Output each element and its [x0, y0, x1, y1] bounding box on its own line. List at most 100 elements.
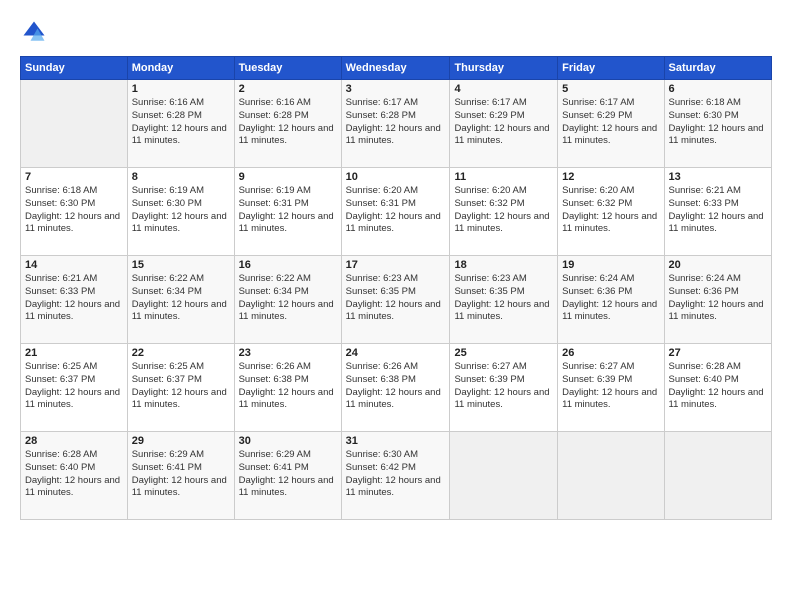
- calendar-cell: 15 Sunrise: 6:22 AMSunset: 6:34 PMDayligh…: [127, 256, 234, 344]
- day-info: Sunrise: 6:27 AMSunset: 6:39 PMDaylight:…: [454, 361, 553, 412]
- day-number: 29: [132, 435, 230, 447]
- day-number: 16: [239, 259, 337, 271]
- calendar-week-4: 28 Sunrise: 6:28 AMSunset: 6:40 PMDayligh…: [21, 432, 772, 520]
- calendar-header-wednesday: Wednesday: [341, 57, 450, 80]
- day-number: 14: [25, 259, 123, 271]
- page-header: [20, 18, 772, 46]
- day-number: 2: [239, 83, 337, 95]
- day-info: Sunrise: 6:16 AMSunset: 6:28 PMDaylight:…: [132, 97, 230, 148]
- calendar-week-1: 7 Sunrise: 6:18 AMSunset: 6:30 PMDaylight…: [21, 168, 772, 256]
- calendar-cell: 24Sunrise: 6:26 AMSunset: 6:38 PMDayligh…: [341, 344, 450, 432]
- calendar-cell: 17Sunrise: 6:23 AMSunset: 6:35 PMDayligh…: [341, 256, 450, 344]
- calendar-cell: [450, 432, 558, 520]
- calendar-cell: [664, 432, 771, 520]
- day-number: 26: [562, 347, 659, 359]
- day-number: 3: [346, 83, 446, 95]
- calendar-header-monday: Monday: [127, 57, 234, 80]
- day-info: Sunrise: 6:30 AMSunset: 6:42 PMDaylight:…: [346, 449, 446, 500]
- calendar-cell: [558, 432, 664, 520]
- day-info: Sunrise: 6:25 AMSunset: 6:37 PMDaylight:…: [132, 361, 230, 412]
- calendar-cell: 20 Sunrise: 6:24 AMSunset: 6:36 PMDayligh…: [664, 256, 771, 344]
- day-info: Sunrise: 6:27 AMSunset: 6:39 PMDaylight:…: [562, 361, 659, 412]
- day-info: Sunrise: 6:21 AMSunset: 6:33 PMDaylight:…: [25, 273, 123, 324]
- calendar-header-thursday: Thursday: [450, 57, 558, 80]
- calendar-header-sunday: Sunday: [21, 57, 128, 80]
- day-number: 5: [562, 83, 659, 95]
- logo-icon: [20, 18, 48, 46]
- calendar-cell: 5Sunrise: 6:17 AMSunset: 6:29 PMDaylight…: [558, 80, 664, 168]
- day-info: Sunrise: 6:22 AMSunset: 6:34 PMDaylight:…: [239, 273, 337, 324]
- calendar-header-row: SundayMondayTuesdayWednesdayThursdayFrid…: [21, 57, 772, 80]
- calendar-cell: 19 Sunrise: 6:24 AMSunset: 6:36 PMDayligh…: [558, 256, 664, 344]
- calendar-table: SundayMondayTuesdayWednesdayThursdayFrid…: [20, 56, 772, 520]
- day-number: 9: [239, 171, 337, 183]
- day-info: Sunrise: 6:26 AMSunset: 6:38 PMDaylight:…: [346, 361, 446, 412]
- day-info: Sunrise: 6:18 AMSunset: 6:30 PMDaylight:…: [669, 97, 767, 148]
- calendar-cell: 18 Sunrise: 6:23 AMSunset: 6:35 PMDayligh…: [450, 256, 558, 344]
- day-number: 4: [454, 83, 553, 95]
- day-info: Sunrise: 6:22 AMSunset: 6:34 PMDaylight:…: [132, 273, 230, 324]
- day-info: Sunrise: 6:21 AMSunset: 6:33 PMDaylight:…: [669, 185, 767, 236]
- day-number: 12: [562, 171, 659, 183]
- day-info: Sunrise: 6:24 AMSunset: 6:36 PMDaylight:…: [669, 273, 767, 324]
- calendar-cell: 8 Sunrise: 6:19 AMSunset: 6:30 PMDaylight…: [127, 168, 234, 256]
- day-number: 8: [132, 171, 230, 183]
- day-number: 15: [132, 259, 230, 271]
- calendar-cell: 3 Sunrise: 6:17 AMSunset: 6:28 PMDaylight…: [341, 80, 450, 168]
- calendar-cell: 29 Sunrise: 6:29 AMSunset: 6:41 PMDayligh…: [127, 432, 234, 520]
- day-number: 19: [562, 259, 659, 271]
- day-info: Sunrise: 6:17 AMSunset: 6:28 PMDaylight:…: [346, 97, 446, 148]
- calendar-cell: 10Sunrise: 6:20 AMSunset: 6:31 PMDayligh…: [341, 168, 450, 256]
- day-info: Sunrise: 6:19 AMSunset: 6:30 PMDaylight:…: [132, 185, 230, 236]
- calendar-cell: 6 Sunrise: 6:18 AMSunset: 6:30 PMDaylight…: [664, 80, 771, 168]
- day-number: 13: [669, 171, 767, 183]
- day-info: Sunrise: 6:19 AMSunset: 6:31 PMDaylight:…: [239, 185, 337, 236]
- calendar-cell: 11 Sunrise: 6:20 AMSunset: 6:32 PMDayligh…: [450, 168, 558, 256]
- calendar-cell: 12 Sunrise: 6:20 AMSunset: 6:32 PMDayligh…: [558, 168, 664, 256]
- day-info: Sunrise: 6:23 AMSunset: 6:35 PMDaylight:…: [454, 273, 553, 324]
- day-info: Sunrise: 6:20 AMSunset: 6:32 PMDaylight:…: [454, 185, 553, 236]
- day-number: 23: [239, 347, 337, 359]
- calendar-cell: 14 Sunrise: 6:21 AMSunset: 6:33 PMDayligh…: [21, 256, 128, 344]
- calendar-header-saturday: Saturday: [664, 57, 771, 80]
- day-number: 21: [25, 347, 123, 359]
- day-number: 17: [346, 259, 446, 271]
- day-info: Sunrise: 6:20 AMSunset: 6:31 PMDaylight:…: [346, 185, 446, 236]
- day-number: 20: [669, 259, 767, 271]
- calendar-cell: 28 Sunrise: 6:28 AMSunset: 6:40 PMDayligh…: [21, 432, 128, 520]
- day-info: Sunrise: 6:20 AMSunset: 6:32 PMDaylight:…: [562, 185, 659, 236]
- calendar-week-3: 21 Sunrise: 6:25 AMSunset: 6:37 PMDayligh…: [21, 344, 772, 432]
- calendar-week-2: 14 Sunrise: 6:21 AMSunset: 6:33 PMDayligh…: [21, 256, 772, 344]
- calendar-cell: 26 Sunrise: 6:27 AMSunset: 6:39 PMDayligh…: [558, 344, 664, 432]
- day-info: Sunrise: 6:18 AMSunset: 6:30 PMDaylight:…: [25, 185, 123, 236]
- day-number: 30: [239, 435, 337, 447]
- day-info: Sunrise: 6:24 AMSunset: 6:36 PMDaylight:…: [562, 273, 659, 324]
- calendar-cell: [21, 80, 128, 168]
- calendar-cell: 22Sunrise: 6:25 AMSunset: 6:37 PMDayligh…: [127, 344, 234, 432]
- day-number: 7: [25, 171, 123, 183]
- calendar-cell: 13 Sunrise: 6:21 AMSunset: 6:33 PMDayligh…: [664, 168, 771, 256]
- day-number: 6: [669, 83, 767, 95]
- day-number: 18: [454, 259, 553, 271]
- day-number: 27: [669, 347, 767, 359]
- day-number: 28: [25, 435, 123, 447]
- logo: [20, 18, 52, 46]
- day-info: Sunrise: 6:16 AMSunset: 6:28 PMDaylight:…: [239, 97, 337, 148]
- day-number: 11: [454, 171, 553, 183]
- day-info: Sunrise: 6:29 AMSunset: 6:41 PMDaylight:…: [132, 449, 230, 500]
- calendar-cell: 7 Sunrise: 6:18 AMSunset: 6:30 PMDaylight…: [21, 168, 128, 256]
- calendar-page: SundayMondayTuesdayWednesdayThursdayFrid…: [0, 0, 792, 612]
- calendar-cell: 16 Sunrise: 6:22 AMSunset: 6:34 PMDayligh…: [234, 256, 341, 344]
- day-info: Sunrise: 6:26 AMSunset: 6:38 PMDaylight:…: [239, 361, 337, 412]
- calendar-cell: 31 Sunrise: 6:30 AMSunset: 6:42 PMDayligh…: [341, 432, 450, 520]
- calendar-cell: 27Sunrise: 6:28 AMSunset: 6:40 PMDayligh…: [664, 344, 771, 432]
- day-number: 31: [346, 435, 446, 447]
- calendar-cell: 2 Sunrise: 6:16 AMSunset: 6:28 PMDaylight…: [234, 80, 341, 168]
- calendar-cell: 21Sunrise: 6:25 AMSunset: 6:37 PMDayligh…: [21, 344, 128, 432]
- calendar-cell: 4Sunrise: 6:17 AMSunset: 6:29 PMDaylight…: [450, 80, 558, 168]
- calendar-header-friday: Friday: [558, 57, 664, 80]
- calendar-week-0: 1Sunrise: 6:16 AMSunset: 6:28 PMDaylight…: [21, 80, 772, 168]
- calendar-cell: 30Sunrise: 6:29 AMSunset: 6:41 PMDayligh…: [234, 432, 341, 520]
- day-number: 25: [454, 347, 553, 359]
- day-info: Sunrise: 6:28 AMSunset: 6:40 PMDaylight:…: [25, 449, 123, 500]
